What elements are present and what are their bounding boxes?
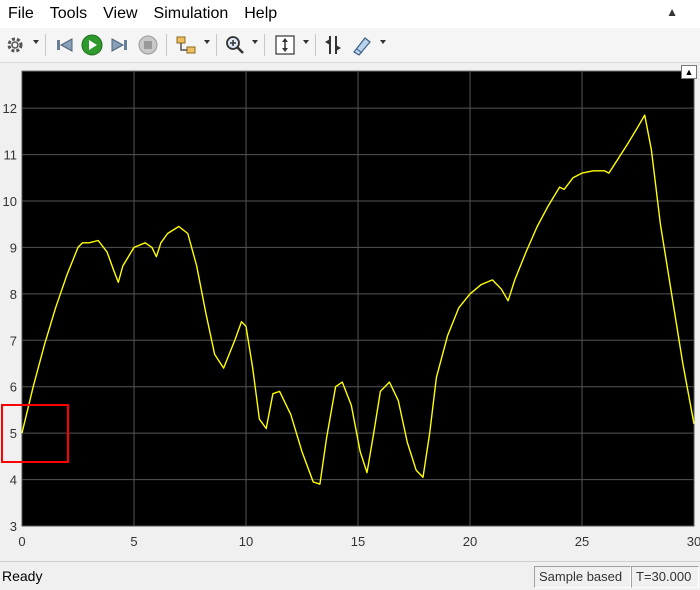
toolbar-separator (264, 34, 265, 56)
y-tick-label: 9 (10, 240, 17, 255)
y-tick-label: 3 (10, 519, 17, 534)
x-tick-label: 30 (687, 534, 700, 549)
step-back-icon (57, 38, 73, 52)
restore-axes-icon[interactable]: ▲ (681, 65, 697, 79)
menu-view[interactable]: View (95, 0, 145, 28)
menu-simulation[interactable]: Simulation (146, 0, 237, 28)
step-back-button[interactable] (54, 32, 76, 58)
highlight-dropdown-icon[interactable] (380, 40, 386, 44)
x-tick-label: 0 (18, 534, 25, 549)
x-tick-label: 20 (463, 534, 477, 549)
y-tick-label: 11 (4, 148, 18, 163)
toolbar-separator (216, 34, 217, 56)
stop-icon (138, 35, 158, 55)
y-tick-label: 8 (10, 287, 17, 302)
y-tick-label: 5 (10, 426, 17, 441)
configuration-button[interactable] (4, 32, 26, 58)
scale-axes-icon (275, 35, 295, 55)
signal-selector-icon (176, 36, 196, 54)
collapse-toolstrip-icon[interactable]: ▲ (666, 5, 678, 19)
toolbar (0, 28, 700, 63)
scale-axes-button[interactable] (273, 32, 297, 58)
zoom-icon (226, 36, 244, 54)
x-tick-label: 15 (351, 534, 365, 549)
status-time: T=30.000 (631, 566, 699, 588)
toolbar-separator (315, 34, 316, 56)
x-tick-label: 25 (575, 534, 589, 549)
gear-icon (7, 37, 23, 53)
status-sample-based: Sample based (534, 566, 631, 588)
status-ready-text: Ready (2, 568, 43, 584)
line-chart[interactable]: 0 5 10 15 20 25 30 3 4 5 6 7 8 9 10 11 12 (0, 63, 700, 558)
y-tick-label: 7 (10, 333, 17, 348)
highlight-icon (353, 37, 371, 56)
menu-file[interactable]: File (0, 0, 42, 28)
zoom-button[interactable] (224, 32, 246, 58)
highlight-button[interactable] (350, 32, 374, 58)
zoom-dropdown-icon[interactable] (252, 40, 258, 44)
y-tick-label: 6 (10, 380, 17, 395)
y-tick-label: 4 (10, 473, 17, 488)
y-tick-label: 10 (3, 194, 17, 209)
x-tick-label: 10 (239, 534, 253, 549)
menu-tools[interactable]: Tools (42, 0, 95, 28)
toolbar-separator (166, 34, 167, 56)
signal-selector-dropdown-icon[interactable] (204, 40, 210, 44)
y-tick-label: 12 (3, 101, 17, 116)
configuration-dropdown-icon[interactable] (33, 40, 39, 44)
step-forward-icon (111, 38, 127, 52)
toolbar-separator (45, 34, 46, 56)
run-button[interactable] (80, 32, 104, 58)
cursor-icon (325, 36, 341, 54)
status-bar: Ready Sample based T=30.000 (0, 561, 700, 590)
stop-button[interactable] (137, 32, 159, 58)
step-forward-button[interactable] (108, 32, 130, 58)
scope-display: 0 5 10 15 20 25 30 3 4 5 6 7 8 9 10 11 12 (0, 63, 700, 558)
scale-axes-dropdown-icon[interactable] (303, 40, 309, 44)
cursor-measurements-button[interactable] (322, 32, 344, 58)
x-tick-label: 5 (130, 534, 137, 549)
menu-help[interactable]: Help (236, 0, 285, 28)
signal-selector-button[interactable] (174, 32, 198, 58)
menu-bar: File Tools View Simulation Help ▲ (0, 0, 700, 28)
run-icon (81, 34, 103, 56)
